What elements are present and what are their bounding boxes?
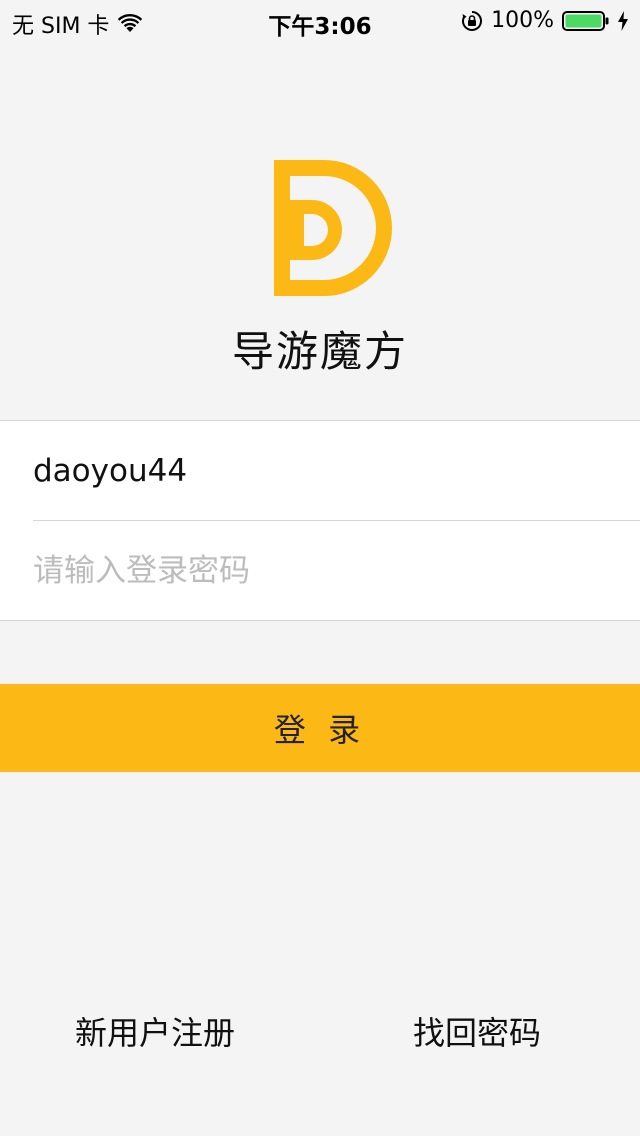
charging-icon (618, 10, 628, 31)
app-name: 导游魔方 (231, 327, 408, 376)
forgot-password-link[interactable]: 找回密码 (413, 1008, 541, 1054)
lock-rotation-icon (461, 10, 483, 32)
password-field[interactable] (33, 521, 640, 620)
app-logo (268, 156, 398, 300)
username-field[interactable] (33, 421, 640, 520)
battery-percent: 100% (491, 8, 554, 33)
login-button[interactable]: 登 录 (0, 684, 640, 772)
status-bar: 无 SIM 卡 下午3:06 100% (0, 0, 640, 40)
status-right: 100% (461, 8, 628, 33)
battery-icon (562, 10, 610, 32)
register-link[interactable]: 新用户注册 (75, 1008, 235, 1054)
login-form (0, 420, 640, 621)
